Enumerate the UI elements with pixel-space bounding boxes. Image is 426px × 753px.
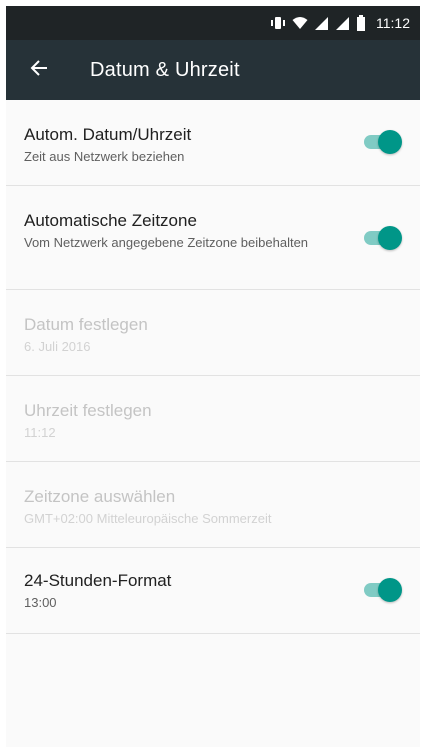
screen: 11:12 Datum & Uhrzeit Autom. Datum/Uhrze… [6,6,420,747]
setting-24-hour-format[interactable]: 24-Stunden-Format 13:00 [6,548,420,634]
setting-summary: GMT+02:00 Mitteleuropäische Sommerzeit [24,511,272,526]
auto-date-time-switch[interactable] [364,130,402,154]
setting-auto-timezone[interactable]: Automatische Zeitzone Vom Netzwerk angeg… [6,186,420,290]
setting-title: Uhrzeit festlegen [24,401,152,420]
setting-summary: Vom Netzwerk angegebene Zeitzone beibeha… [24,235,309,250]
page-title: Datum & Uhrzeit [90,58,240,81]
setting-summary: 11:12 [24,425,56,440]
setting-set-time: Uhrzeit festlegen 11:12 [6,376,420,462]
setting-title: Zeitzone auswählen [24,487,176,506]
settings-list: Autom. Datum/Uhrzeit Zeit aus Netzwerk b… [6,100,420,634]
vibrate-icon [270,15,286,31]
status-time: 11:12 [376,15,410,31]
setting-auto-date-time[interactable]: Autom. Datum/Uhrzeit Zeit aus Netzwerk b… [6,100,420,186]
setting-title: 24-Stunden-Format [24,571,172,590]
switch-thumb [378,578,402,602]
setting-title: Autom. Datum/Uhrzeit [24,125,192,144]
setting-title: Datum festlegen [24,315,148,334]
wifi-icon [292,15,308,31]
setting-title: Automatische Zeitzone [24,211,197,230]
setting-summary: 13:00 [24,595,57,610]
setting-summary: Zeit aus Netzwerk beziehen [24,149,185,164]
status-bar: 11:12 [6,6,420,40]
switch-thumb [378,226,402,250]
battery-icon [356,15,366,31]
arrow-back-icon [30,59,48,82]
auto-timezone-switch[interactable] [364,226,402,250]
24-hour-format-switch[interactable] [364,578,402,602]
setting-select-timezone: Zeitzone auswählen GMT+02:00 Mitteleurop… [6,462,420,548]
signal-icon [314,16,329,31]
back-button[interactable] [24,55,54,85]
signal-icon [335,16,350,31]
app-bar: Datum & Uhrzeit [6,40,420,100]
setting-set-date: Datum festlegen 6. Juli 2016 [6,290,420,376]
phone-frame: 11:12 Datum & Uhrzeit Autom. Datum/Uhrze… [0,0,426,753]
switch-thumb [378,130,402,154]
setting-summary: 6. Juli 2016 [24,339,91,354]
